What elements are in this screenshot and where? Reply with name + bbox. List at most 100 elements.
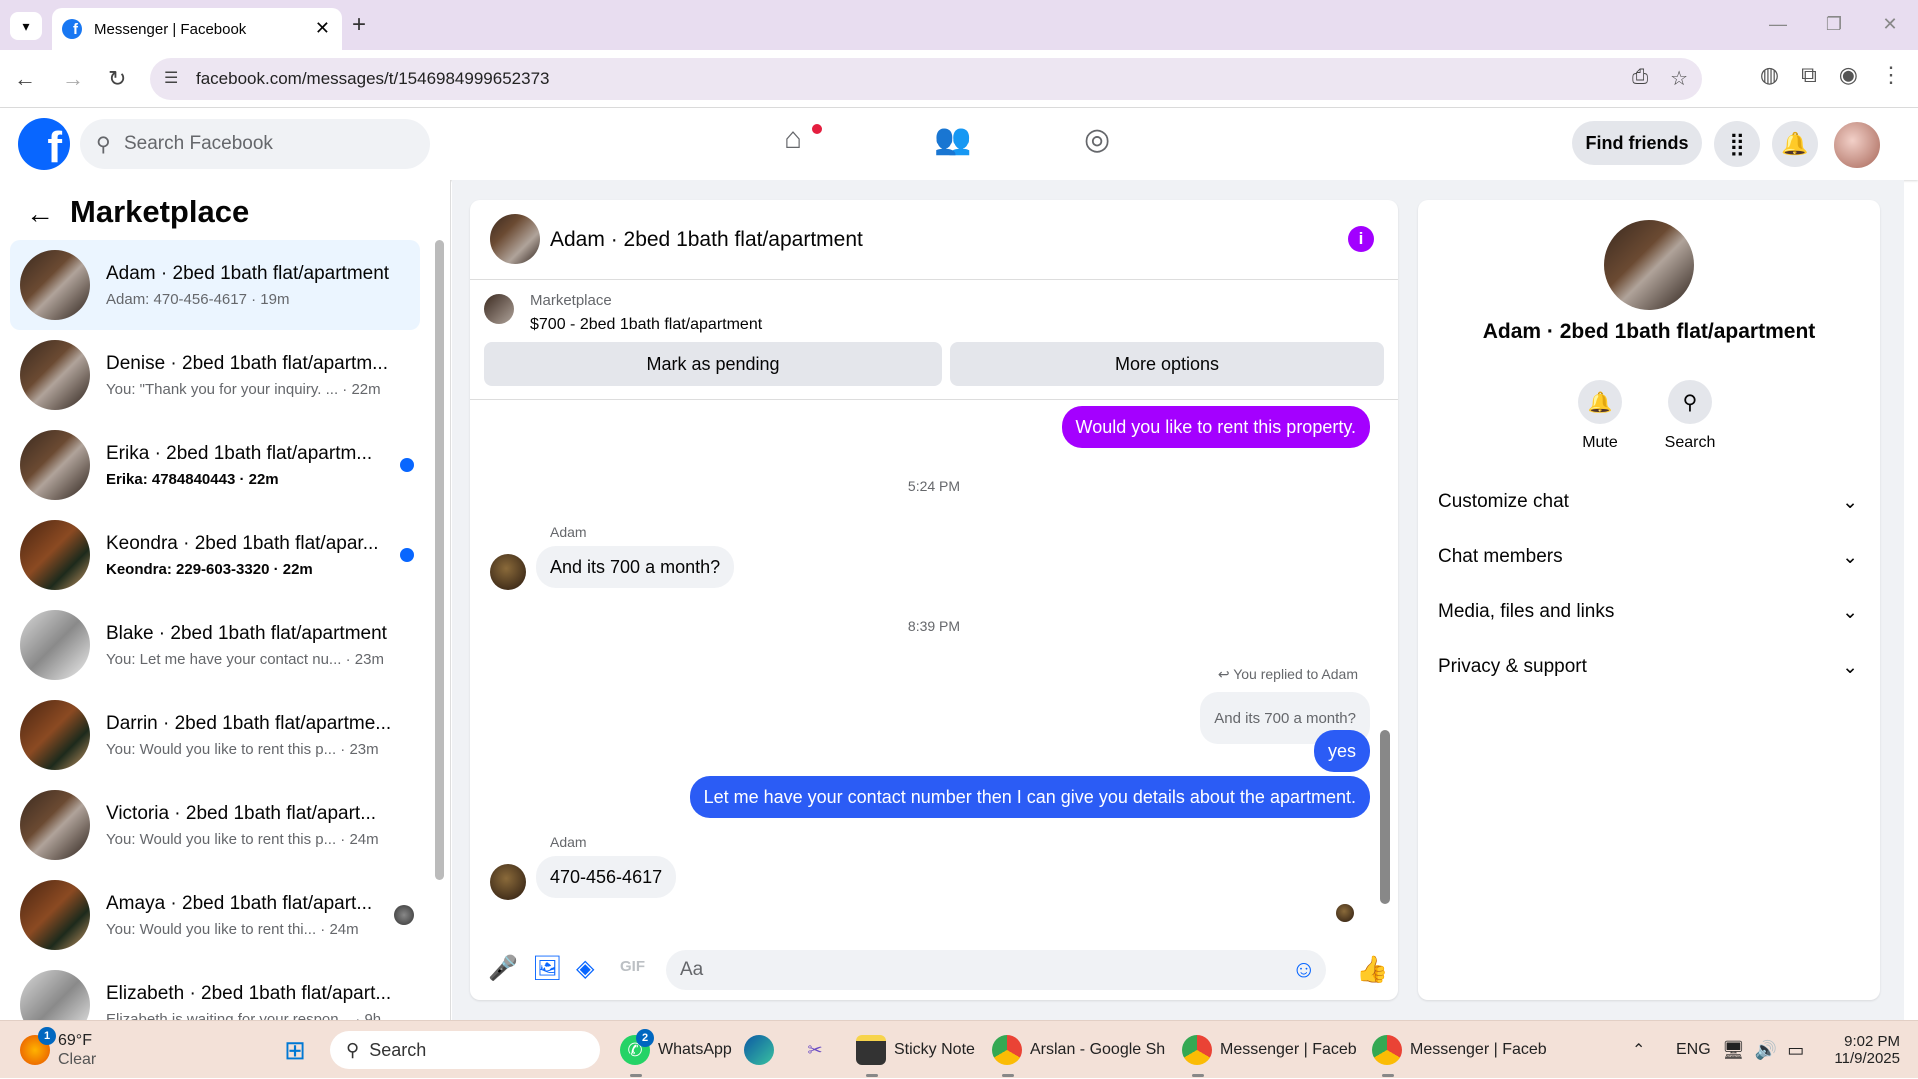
chat-avatar[interactable]	[490, 214, 540, 264]
find-friends-button[interactable]: Find friends	[1572, 121, 1702, 165]
microphone-icon[interactable]: 🎤	[488, 954, 518, 983]
unread-indicator	[400, 458, 414, 472]
notifications-bell-icon[interactable]: 🔔	[1772, 121, 1818, 167]
more-options-button[interactable]: More options	[950, 342, 1384, 386]
minimize-icon[interactable]: —	[1750, 0, 1806, 50]
message-input[interactable]: Aa ☺	[666, 950, 1326, 990]
language-indicator[interactable]: ENG	[1676, 1021, 1711, 1079]
profile-icon[interactable]: ◉	[1839, 62, 1858, 88]
show-hidden-icons[interactable]: ⌃	[1632, 1021, 1645, 1079]
like-thumb-icon[interactable]: 👍	[1356, 954, 1388, 985]
taskbar-snipping-tool[interactable]: ✂	[800, 1021, 838, 1079]
timestamp: 5:24 PM	[907, 478, 961, 494]
chat-title[interactable]: Adam · 2bed 1bath flat/apartment	[550, 228, 863, 252]
browser-tab[interactable]: f Messenger | Facebook ✕	[52, 8, 342, 50]
listing-thumbnail[interactable]	[484, 294, 514, 324]
clock[interactable]: 9:02 PM 11/9/2025	[1826, 1021, 1900, 1079]
windows-start-icon: ⊞	[284, 1034, 306, 1065]
facebook-header: f ⚲ Search Facebook ⌂ 👥 ◎ Find friends ⣿…	[0, 108, 1918, 180]
weather-widget[interactable]: 1 69°F Clear	[20, 1021, 96, 1079]
start-button[interactable]: ⊞	[280, 1021, 318, 1079]
row-label: Customize chat	[1438, 491, 1569, 512]
customize-chat-row[interactable]: Customize chat ⌄	[1438, 482, 1858, 522]
groups-icon[interactable]: ◎	[1084, 122, 1110, 157]
sidebar-scrollbar[interactable]	[435, 240, 444, 880]
info-avatar[interactable]	[1604, 220, 1694, 310]
restore-icon[interactable]: ❐	[1806, 0, 1862, 50]
chat-info-panel: Adam · 2bed 1bath flat/apartment 🔔 Mute …	[1418, 200, 1880, 1000]
running-indicator	[1192, 1074, 1204, 1077]
sticky-label: Sticky Note	[894, 1041, 975, 1058]
facebook-search-input[interactable]: ⚲ Search Facebook	[80, 119, 430, 169]
taskbar-chrome-messenger-1[interactable]: Messenger | Faceb	[1182, 1021, 1357, 1079]
privacy-support-row[interactable]: Privacy & support ⌄	[1438, 647, 1858, 687]
facebook-favicon-icon: f	[62, 19, 82, 39]
chat-scrollbar[interactable]	[1380, 730, 1390, 904]
browser-menu-icon[interactable]: ⋮	[1880, 62, 1902, 88]
account-avatar[interactable]	[1832, 120, 1882, 170]
close-window-icon[interactable]: ✕	[1862, 0, 1918, 50]
listing-thumbnail	[20, 970, 90, 1020]
taskbar-search[interactable]: ⚲ Search	[330, 1031, 600, 1069]
address-bar[interactable]: ☰ facebook.com/messages/t/15469849996523…	[150, 58, 1702, 100]
sticker-icon[interactable]: ◈	[576, 954, 594, 983]
page-scrollbar[interactable]	[1904, 108, 1918, 1020]
install-app-icon[interactable]: ⎙	[1632, 66, 1648, 91]
site-info-icon[interactable]: ☰	[164, 68, 178, 88]
conversation-name: Darrin · 2bed 1bath flat/apartme...	[106, 712, 392, 734]
friends-icon[interactable]: 👥	[934, 122, 971, 157]
conversation-item[interactable]: Keondra · 2bed 1bath flat/apar... Keondr…	[10, 510, 420, 600]
conversation-item[interactable]: Blake · 2bed 1bath flat/apartment You: L…	[10, 600, 420, 690]
back-arrow-icon[interactable]: ←	[26, 198, 54, 230]
conversation-item[interactable]: Adam · 2bed 1bath flat/apartment Adam: 4…	[10, 240, 420, 330]
conversation-item[interactable]: Erika · 2bed 1bath flat/apartm... Erika:…	[10, 420, 420, 510]
tab-search-menu-icon[interactable]: ▾	[10, 12, 42, 40]
media-files-links-row[interactable]: Media, files and links ⌄	[1438, 592, 1858, 632]
forward-icon[interactable]: →	[62, 66, 84, 92]
conversation-item[interactable]: Elizabeth · 2bed 1bath flat/apart... Eli…	[10, 960, 420, 1020]
info-icon[interactable]: i	[1348, 226, 1374, 252]
close-tab-icon[interactable]: ✕	[315, 18, 330, 39]
search-conversation-button[interactable]: ⚲ Search	[1650, 380, 1730, 452]
weather-badge: 1	[38, 1027, 56, 1045]
taskbar-sticky-notes[interactable]: Sticky Note	[856, 1021, 975, 1079]
menu-grid-icon[interactable]: ⣿	[1714, 121, 1760, 167]
globe-extension-icon[interactable]: ◍	[1760, 62, 1779, 88]
conversation-item[interactable]: Denise · 2bed 1bath flat/apartm... You: …	[10, 330, 420, 420]
chrome-label-1: Arslan - Google Sh	[1030, 1041, 1166, 1058]
conversation-name: Elizabeth · 2bed 1bath flat/apart...	[106, 982, 392, 1004]
taskbar-chrome-sheets[interactable]: Arslan - Google Sh	[992, 1021, 1165, 1079]
conversation-item[interactable]: Victoria · 2bed 1bath flat/apart... You:…	[10, 780, 420, 870]
info-name: Adam · 2bed 1bath flat/apartment	[1482, 320, 1816, 343]
sender-avatar[interactable]	[490, 864, 526, 900]
chat-members-row[interactable]: Chat members ⌄	[1438, 537, 1858, 577]
new-tab-icon[interactable]: +	[352, 11, 366, 39]
back-icon[interactable]: ←	[14, 66, 36, 92]
conversation-item[interactable]: Darrin · 2bed 1bath flat/apartme... You:…	[10, 690, 420, 780]
listing-title[interactable]: $700 - 2bed 1bath flat/apartment	[530, 316, 762, 334]
mark-as-pending-button[interactable]: Mark as pending	[484, 342, 942, 386]
photo-icon[interactable]: 🖼	[532, 954, 562, 983]
taskbar-chrome-messenger-2[interactable]: Messenger | Faceb	[1372, 1021, 1547, 1079]
browser-toolbar: ← → ↻ ☰ facebook.com/messages/t/15469849…	[0, 50, 1918, 108]
message-composer: 🎤 🖼 ◈ GIF Aa ☺ 👍	[470, 940, 1398, 1000]
conversation-name: Victoria · 2bed 1bath flat/apart...	[106, 802, 377, 824]
taskbar-edge[interactable]	[744, 1021, 782, 1079]
conversation-item[interactable]: Amaya · 2bed 1bath flat/apart... You: Wo…	[10, 870, 420, 960]
facebook-logo-icon[interactable]: f	[18, 118, 70, 170]
reload-icon[interactable]: ↻	[108, 66, 126, 92]
gif-icon[interactable]: GIF	[620, 958, 645, 975]
home-icon[interactable]: ⌂	[784, 122, 802, 156]
chat-header: Adam · 2bed 1bath flat/apartment i	[470, 200, 1398, 280]
chevron-down-icon: ⌄	[1842, 491, 1858, 513]
conversation-name: Keondra · 2bed 1bath flat/apar...	[106, 532, 379, 554]
mute-button[interactable]: 🔔 Mute	[1560, 380, 1640, 452]
sidebar-title: Marketplace	[70, 194, 250, 229]
sender-avatar[interactable]	[490, 554, 526, 590]
taskbar-search-label: Search	[369, 1039, 427, 1060]
taskbar-whatsapp[interactable]: ✆ 2 WhatsApp	[620, 1021, 732, 1079]
bookmark-star-icon[interactable]: ☆	[1670, 66, 1688, 91]
system-tray[interactable]: 🖥 🔊 ▭	[1722, 1021, 1804, 1079]
emoji-icon[interactable]: ☺	[1291, 956, 1316, 984]
extensions-icon[interactable]: ⧉	[1801, 62, 1817, 88]
